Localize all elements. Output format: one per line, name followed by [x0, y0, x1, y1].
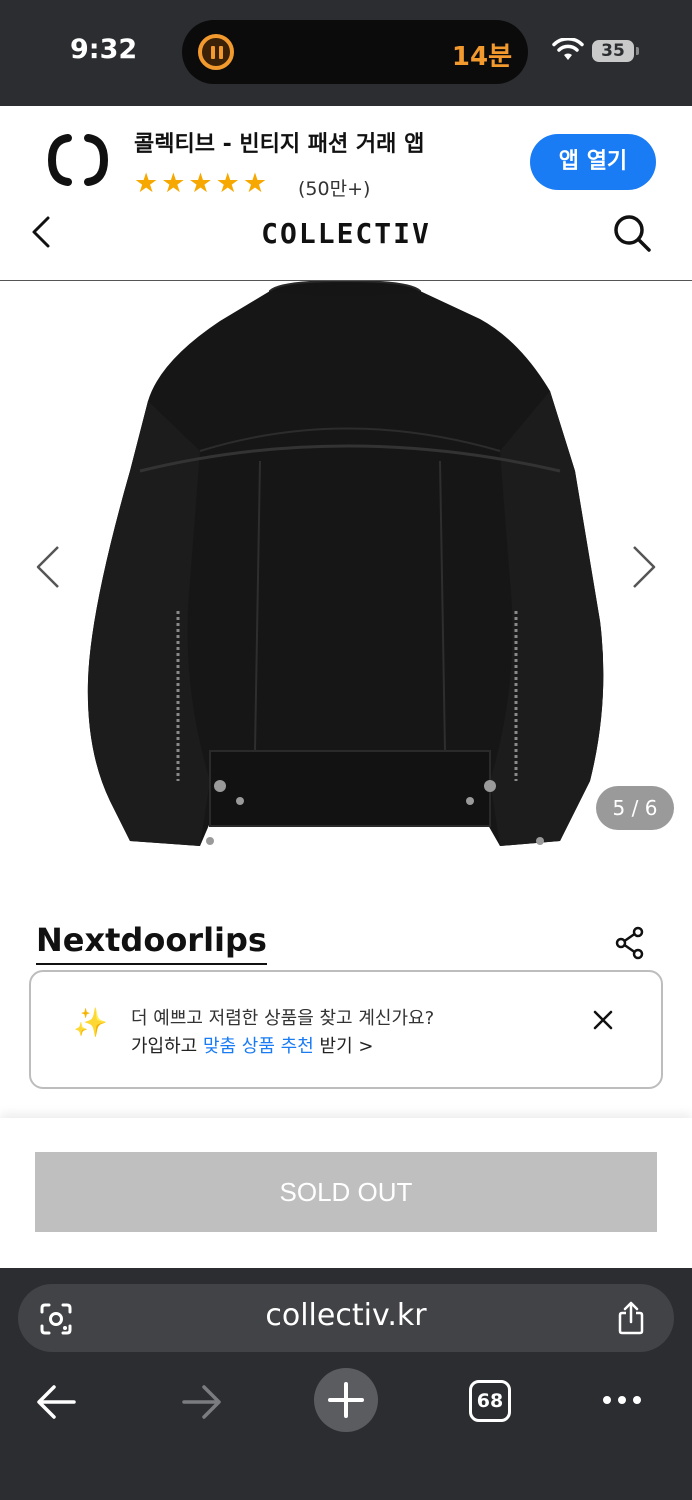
product-image-gallery[interactable]: 5 / 6 [0, 281, 692, 901]
status-bar: 9:32 14분 35 [0, 0, 692, 106]
rating-count: (50만+) [298, 178, 371, 200]
search-icon[interactable] [612, 213, 652, 253]
app-logo-icon [47, 134, 109, 186]
sparkle-icon: ✨ [73, 1007, 108, 1038]
app-banner-title: 콜렉티브 - 빈티지 패션 거래 앱 [134, 132, 425, 157]
gallery-next-icon[interactable] [626, 543, 662, 591]
promo-cta[interactable]: 가입하고 맞춤 상품 추천 받기 > [131, 1032, 373, 1058]
url-text[interactable]: collectiv.kr [18, 1298, 674, 1333]
promo-cta-highlight[interactable]: 맞춤 상품 추천 [203, 1036, 314, 1057]
plus-icon [328, 1382, 364, 1418]
seller-name-link[interactable]: Nextdoorlips [36, 921, 267, 965]
address-bar[interactable]: collectiv.kr [18, 1284, 674, 1352]
status-time: 9:32 [70, 34, 138, 65]
arrow-left-icon[interactable] [34, 1382, 78, 1422]
promo-cta-suffix[interactable]: 받기 > [314, 1036, 374, 1057]
sold-out-button: SOLD OUT [35, 1152, 657, 1232]
share-icon[interactable] [616, 1300, 646, 1336]
image-counter: 5 / 6 [596, 786, 674, 830]
browser-toolbar: collectiv.kr 68 [0, 1268, 692, 1500]
open-app-button[interactable]: 앱 열기 [530, 134, 656, 190]
purchase-bar: SOLD OUT [0, 1118, 692, 1268]
rating-stars: ★★★★★ [134, 168, 271, 198]
close-icon[interactable] [591, 1008, 615, 1032]
dynamic-island[interactable]: 14분 [182, 20, 528, 84]
promo-cta-prefix: 가입하고 [131, 1036, 203, 1057]
signup-promo-card[interactable]: ✨ 더 예쁘고 저렴한 상품을 찾고 계신가요? 가입하고 맞춤 상품 추천 받… [29, 970, 663, 1089]
battery-indicator: 35 [592, 40, 639, 62]
activity-timer: 14분 [451, 42, 512, 72]
promo-headline: 더 예쁘고 저렴한 상품을 찾고 계신가요? [131, 1008, 435, 1029]
product-image[interactable] [80, 281, 610, 866]
web-page: 콜렉티브 - 빈티지 패션 거래 앱 ★★★★★ (50만+) 앱 열기 COL… [0, 106, 692, 1268]
brand-logo[interactable]: COLLECTIV [0, 217, 692, 250]
wifi-icon [552, 38, 584, 60]
pause-icon[interactable] [198, 34, 234, 70]
more-icon[interactable] [600, 1388, 644, 1412]
arrow-right-icon[interactable] [180, 1382, 224, 1422]
share-icon[interactable] [614, 926, 646, 960]
gallery-prev-icon[interactable] [30, 543, 66, 591]
tab-switcher-button[interactable]: 68 [469, 1380, 511, 1422]
site-header: COLLECTIV [0, 201, 692, 281]
new-tab-button[interactable] [314, 1368, 378, 1432]
app-install-banner: 콜렉티브 - 빈티지 패션 거래 앱 ★★★★★ (50만+) 앱 열기 [0, 106, 692, 201]
